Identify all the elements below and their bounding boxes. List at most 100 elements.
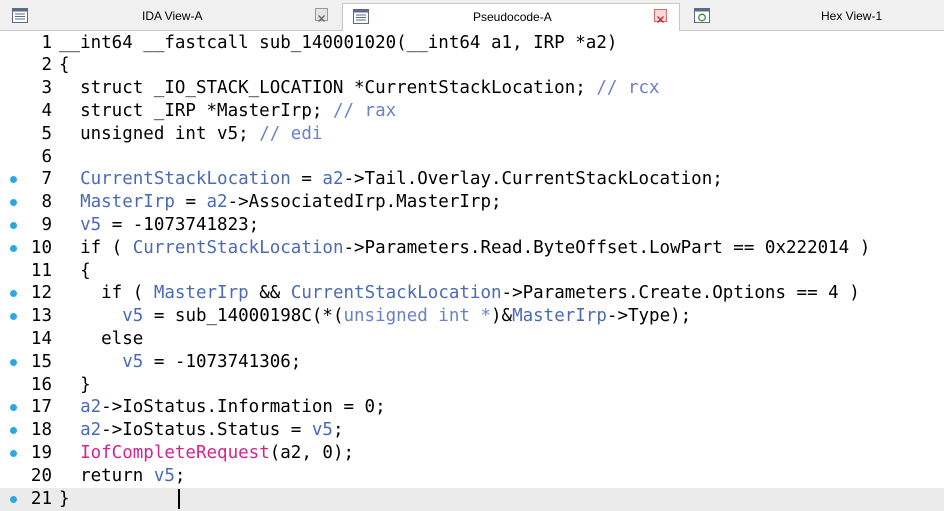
code-token[interactable]: } [59, 375, 91, 395]
code-text[interactable]: IofCompleteRequest(a2, 0); [59, 442, 354, 465]
code-token[interactable]: ->AssociatedIrp.MasterIrp; [228, 192, 502, 212]
code-text[interactable]: { [59, 260, 91, 283]
code-line[interactable]: 15 v5 = -1073741306; [0, 351, 944, 374]
code-token[interactable]: { [59, 261, 91, 281]
code-text[interactable]: MasterIrp = a2->AssociatedIrp.MasterIrp; [59, 191, 502, 214]
variable-token[interactable]: CurrentStackLocation [80, 169, 291, 189]
breakpoint-dot-icon[interactable] [10, 199, 17, 207]
code-text[interactable]: __int64 __fastcall sub_140001020(__int64… [59, 32, 617, 55]
code-token[interactable]: = -1073741823; [101, 215, 260, 235]
code-token[interactable] [59, 397, 80, 417]
code-text[interactable]: if ( CurrentStackLocation->Parameters.Re… [59, 237, 870, 260]
code-token[interactable] [59, 192, 80, 212]
code-token[interactable]: struct _IO_STACK_LOCATION *CurrentStackL… [59, 78, 596, 98]
code-line[interactable]: 20 return v5; [0, 465, 944, 488]
code-token[interactable] [59, 169, 80, 189]
variable-token[interactable]: v5 [312, 420, 333, 440]
breakpoint-dot-icon[interactable] [10, 313, 17, 321]
comment-token[interactable]: unsigned int * [343, 306, 491, 326]
code-text[interactable]: } [59, 488, 70, 511]
code-text[interactable]: else [59, 328, 143, 351]
code-text[interactable]: if ( MasterIrp && CurrentStackLocation->… [59, 282, 860, 305]
code-text[interactable]: v5 = -1073741823; [59, 214, 259, 237]
code-line[interactable]: 18 a2->IoStatus.Status = v5; [0, 419, 944, 442]
code-line[interactable]: 8 MasterIrp = a2->AssociatedIrp.MasterIr… [0, 191, 944, 214]
code-token[interactable]: = [291, 169, 323, 189]
code-line[interactable]: 16 } [0, 374, 944, 397]
code-line[interactable]: 10 if ( CurrentStackLocation->Parameters… [0, 237, 944, 260]
code-token[interactable]: if ( [59, 238, 133, 258]
code-token[interactable]: (a2, 0); [270, 443, 354, 463]
code-line[interactable]: 13 v5 = sub_14000198C(*(unsigned int *)&… [0, 305, 944, 328]
tab-ida-view-a[interactable]: IDA View-A [2, 3, 338, 29]
code-token[interactable]: = sub_14000198C(*( [143, 306, 344, 326]
code-text[interactable]: a2->IoStatus.Information = 0; [59, 396, 386, 419]
variable-token[interactable]: a2 [322, 169, 343, 189]
code-text[interactable]: a2->IoStatus.Status = v5; [59, 419, 344, 442]
code-line[interactable]: 3 struct _IO_STACK_LOCATION *CurrentStac… [0, 77, 944, 100]
code-text[interactable]: return v5; [59, 465, 185, 488]
comment-token[interactable]: // rax [333, 101, 396, 121]
variable-token[interactable]: CurrentStackLocation [133, 238, 344, 258]
code-token[interactable]: )& [491, 306, 512, 326]
code-token[interactable]: = -1073741306; [143, 352, 302, 372]
code-token[interactable]: ; [175, 466, 186, 486]
variable-token[interactable]: v5 [80, 215, 101, 235]
breakpoint-dot-icon[interactable] [10, 221, 17, 229]
tab-pseudocode-a[interactable]: Pseudocode-A [342, 3, 680, 31]
comment-token[interactable]: // rcx [596, 78, 659, 98]
code-line[interactable]: 6 [0, 146, 944, 169]
code-token[interactable]: { [59, 55, 70, 75]
code-token[interactable]: struct _IRP *MasterIrp; [59, 101, 333, 121]
code-token[interactable]: = [175, 192, 207, 212]
code-token[interactable]: ->IoStatus.Information = 0; [101, 397, 385, 417]
code-token[interactable]: } [59, 489, 70, 509]
code-token[interactable]: unsigned int v5; [59, 124, 259, 144]
breakpoint-dot-icon[interactable] [10, 495, 17, 503]
code-text[interactable]: unsigned int v5; // edi [59, 123, 322, 146]
code-token[interactable]: __int64 __fastcall sub_140001020(__int64… [59, 33, 617, 53]
code-token[interactable]: return [59, 466, 154, 486]
code-token[interactable] [59, 420, 80, 440]
code-token[interactable]: ; [333, 420, 344, 440]
code-line[interactable]: 1 __int64 __fastcall sub_140001020(__int6… [0, 32, 944, 55]
variable-token[interactable]: MasterIrp [80, 192, 175, 212]
code-line[interactable]: 17 a2->IoStatus.Information = 0; [0, 396, 944, 419]
variable-token[interactable]: a2 [207, 192, 228, 212]
code-token[interactable]: else [59, 329, 143, 349]
variable-token[interactable]: a2 [80, 397, 101, 417]
code-line[interactable]: 5 unsigned int v5; // edi [0, 123, 944, 146]
code-line[interactable]: 14 else [0, 328, 944, 351]
variable-token[interactable]: v5 [122, 352, 143, 372]
breakpoint-dot-icon[interactable] [10, 176, 17, 184]
code-token[interactable] [59, 215, 80, 235]
code-token[interactable]: ->Type); [607, 306, 691, 326]
code-token[interactable]: && [249, 283, 291, 303]
breakpoint-dot-icon[interactable] [10, 404, 17, 412]
breakpoint-dot-icon[interactable] [10, 427, 17, 435]
breakpoint-dot-icon[interactable] [10, 290, 17, 298]
code-line[interactable]: 4 struct _IRP *MasterIrp; // rax [0, 100, 944, 123]
code-line[interactable]: 19 IofCompleteRequest(a2, 0); [0, 442, 944, 465]
code-text[interactable]: v5 = -1073741306; [59, 351, 301, 374]
code-line[interactable]: 9 v5 = -1073741823; [0, 214, 944, 237]
tab-hex-view-1[interactable]: Hex View-1 [684, 3, 944, 29]
variable-token[interactable]: v5 [122, 306, 143, 326]
code-line[interactable]: 11 { [0, 260, 944, 283]
code-text[interactable]: struct _IRP *MasterIrp; // rax [59, 100, 396, 123]
code-token[interactable] [59, 352, 122, 372]
code-token[interactable]: ->Tail.Overlay.CurrentStackLocation; [343, 169, 722, 189]
code-line[interactable]: 12 if ( MasterIrp && CurrentStackLocatio… [0, 282, 944, 305]
code-line[interactable]: 21} [0, 487, 944, 511]
code-token[interactable]: ->Parameters.Read.ByteOffset.LowPart == … [343, 238, 870, 258]
code-line[interactable]: 2{ [0, 54, 944, 77]
code-text[interactable]: CurrentStackLocation = a2->Tail.Overlay.… [59, 168, 723, 191]
code-token[interactable]: if ( [59, 283, 154, 303]
variable-token[interactable]: v5 [154, 466, 175, 486]
code-text[interactable]: v5 = sub_14000198C(*(unsigned int *)&Mas… [59, 305, 691, 328]
code-text[interactable]: struct _IO_STACK_LOCATION *CurrentStackL… [59, 77, 660, 100]
variable-token[interactable]: MasterIrp [154, 283, 249, 303]
code-token[interactable] [59, 443, 80, 463]
breakpoint-dot-icon[interactable] [10, 449, 17, 457]
close-icon[interactable] [315, 8, 328, 22]
